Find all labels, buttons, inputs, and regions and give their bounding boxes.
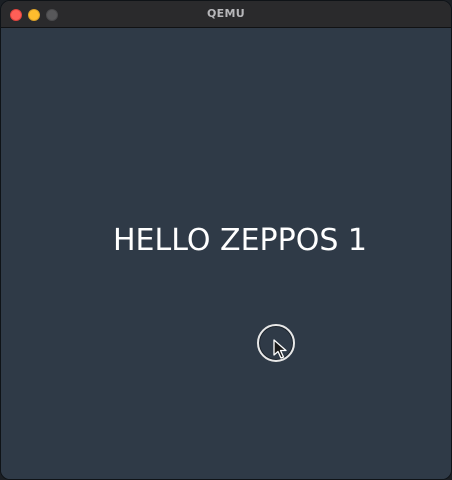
pointer-arrow-icon bbox=[273, 339, 287, 359]
title-bar[interactable]: QEMU bbox=[1, 1, 451, 28]
emulator-screen[interactable]: HELLO ZEPPOS 1 bbox=[1, 28, 451, 479]
window-title: QEMU bbox=[207, 7, 245, 20]
qemu-window: QEMU HELLO ZEPPOS 1 bbox=[0, 0, 452, 480]
hello-message: HELLO ZEPPOS 1 bbox=[113, 223, 367, 258]
